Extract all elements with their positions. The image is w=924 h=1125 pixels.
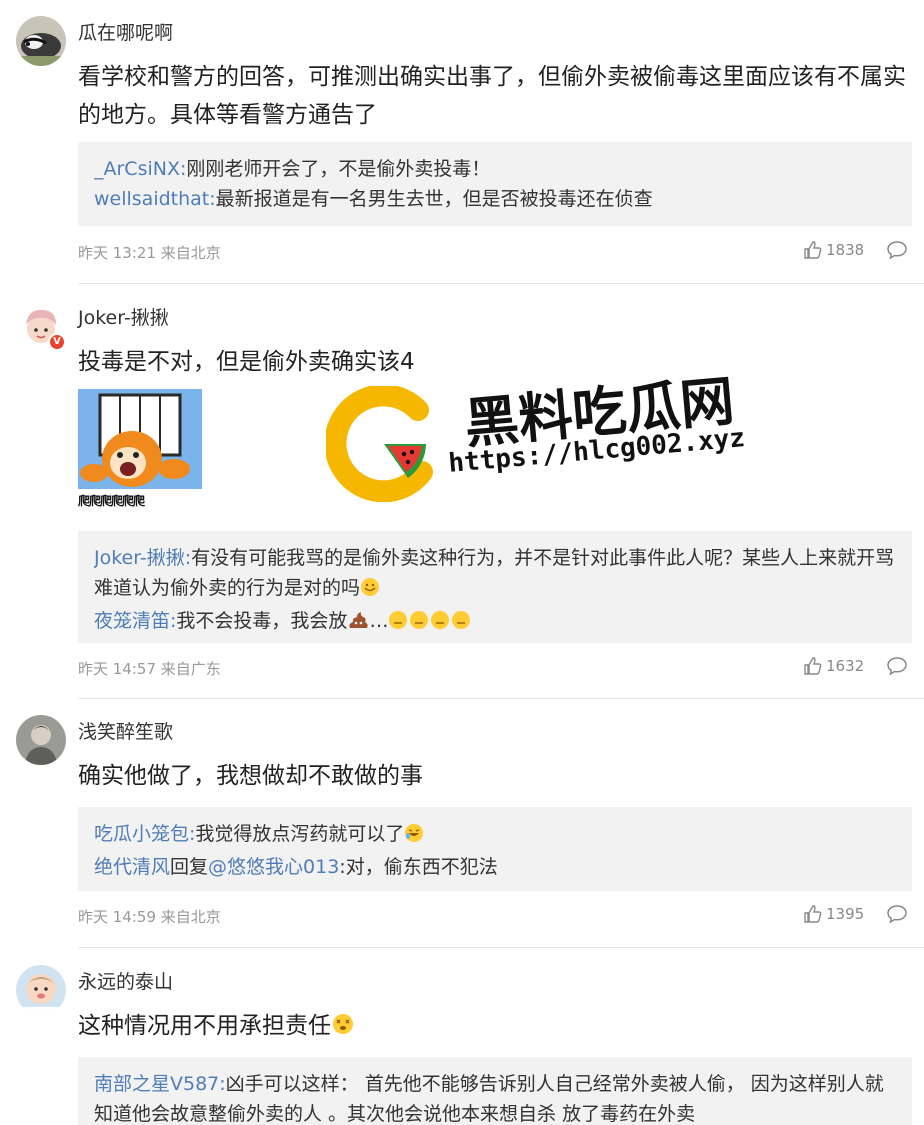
reply-preview[interactable]: 南部之星V587:凶手可以这样： 首先他不能够告诉别人自己经常外卖被人偷， 因为… <box>78 1057 912 1125</box>
like-button[interactable]: 1632 <box>802 656 864 676</box>
thumbs-up-icon <box>804 657 822 675</box>
reply-preview[interactable]: Joker-揪揪:有没有可能我骂的是偷外卖这种行为，并不是针对此事件此人呢？某些… <box>78 531 912 643</box>
divider <box>78 947 924 948</box>
gray-avatar-icon <box>16 715 66 765</box>
reply-username[interactable]: 绝代清风 <box>94 856 170 878</box>
reply-text: 最新报道是有一名男生去世，但是否被投毒还在侦查 <box>215 188 653 210</box>
comment-text: 看学校和警方的回答，可推测出确实出事了，但偷外卖被偷毒这里面应该有不属实的地方。… <box>78 64 906 128</box>
comment-bubble-icon <box>887 657 907 676</box>
comment-item: 瓜在哪呢啊 看学校和警方的回答，可推测出确实出事了，但偷外卖被偷毒这里面应该有不… <box>0 0 924 285</box>
reply-mention[interactable]: @悠悠我心013 <box>208 856 339 878</box>
poop-emoji-icon <box>347 609 369 639</box>
comment-timestamp: 昨天 13:21 来自北京 <box>78 244 221 262</box>
badger-avatar-icon <box>16 16 66 66</box>
reply-username[interactable]: Joker-揪揪 <box>94 547 185 569</box>
avatar[interactable] <box>16 965 66 1015</box>
reply-text: 对，偷东西不犯法 <box>345 856 498 878</box>
comment-timestamp: 昨天 14:57 来自广东 <box>78 660 221 678</box>
verified-badge: V <box>48 333 66 351</box>
comment-timestamp: 昨天 14:59 来自北京 <box>78 908 221 926</box>
reply-line: 夜笼清笛:我不会投毒，我会放… <box>94 606 898 639</box>
image-caption: 爬爬爬爬爬爬 <box>78 489 202 513</box>
comment-bubble-icon <box>887 905 907 924</box>
smile-emoji-icon <box>360 576 380 606</box>
reply-preview[interactable]: _ArCsiNX:刚刚老师开会了，不是偷外卖投毒！ wellsaidthat:最… <box>78 142 912 226</box>
thumbs-up-icon <box>804 241 822 259</box>
reply-line: 南部之星V587:凶手可以这样： 首先他不能够告诉别人自己经常外卖被人偷， 因为… <box>94 1073 884 1125</box>
username[interactable]: 瓜在哪呢啊 <box>78 18 173 45</box>
avatar[interactable] <box>16 16 66 66</box>
username[interactable]: 浅笑醉笙歌 <box>78 717 173 744</box>
comment-item: 永远的泰山 这种情况用不用承担责任 南部之星V587:凶手可以这样： 首先他不能… <box>0 949 924 1125</box>
laughing-emoji-icon <box>404 822 424 852</box>
like-button[interactable]: 1838 <box>802 240 864 260</box>
reply-username[interactable]: 南部之星V587 <box>94 1073 219 1095</box>
thumbs-up-icon <box>804 905 822 923</box>
like-count: 1838 <box>826 241 865 259</box>
avatar[interactable] <box>16 715 66 765</box>
comment-image[interactable]: 爬爬爬爬爬爬 <box>78 389 202 513</box>
baby-avatar-icon <box>16 965 66 1015</box>
reply-preview[interactable]: 吃瓜小笼包:我觉得放点泻药就可以了 绝代清风回复@悠悠我心013:对，偷东西不犯… <box>78 807 912 891</box>
username[interactable]: Joker-揪揪 <box>78 303 169 330</box>
like-count: 1632 <box>826 657 865 675</box>
reply-button[interactable] <box>886 904 908 928</box>
reply-line: _ArCsiNX:刚刚老师开会了，不是偷外卖投毒！ <box>94 158 491 180</box>
divider <box>78 283 924 284</box>
reply-text: 我觉得放点泻药就可以了 <box>195 823 405 845</box>
like-count: 1395 <box>826 905 865 923</box>
reply-text: 我不会投毒，我会放 <box>176 610 348 632</box>
reply-line: Joker-揪揪:有没有可能我骂的是偷外卖这种行为，并不是针对此事件此人呢？某些… <box>94 543 898 606</box>
thinking-emoji-icon <box>388 609 472 639</box>
like-button[interactable]: 1395 <box>802 904 864 924</box>
reply-username[interactable]: 夜笼清笛 <box>94 610 170 632</box>
comment-text: 这种情况用不用承担责任 <box>78 1007 910 1048</box>
reply-username[interactable]: wellsaidthat <box>94 188 209 210</box>
reply-line: 绝代清风回复@悠悠我心013:对，偷东西不犯法 <box>94 856 498 878</box>
comment-bubble-icon <box>887 241 907 260</box>
reply-username[interactable]: 吃瓜小笼包 <box>94 823 189 845</box>
username[interactable]: 永远的泰山 <box>78 967 173 994</box>
watermark: 黑料吃瓜网 https://hlcg002.xyz <box>326 360 786 510</box>
reply-text: 刚刚老师开会了，不是偷外卖投毒！ <box>186 158 491 180</box>
reply-username[interactable]: _ArCsiNX <box>94 158 180 180</box>
reply-line: wellsaidthat:最新报道是有一名男生去世，但是否被投毒还在侦查 <box>94 188 653 210</box>
comment-text: 确实他做了，我想做却不敢做的事 <box>78 763 423 789</box>
reply-line: 吃瓜小笼包:我觉得放点泻药就可以了 <box>94 819 898 852</box>
reply-text: 有没有可能我骂的是偷外卖这种行为，并不是针对此事件此人呢？某些人上来就开骂难道认… <box>94 547 895 599</box>
dizzy-emoji-icon <box>331 1010 355 1048</box>
reply-button[interactable] <box>886 656 908 680</box>
reply-button[interactable] <box>886 240 908 264</box>
comment-feed: 瓜在哪呢啊 看学校和警方的回答，可推测出确实出事了，但偷外卖被偷毒这里面应该有不… <box>0 0 924 1125</box>
watermelon-c-logo-icon <box>326 386 433 502</box>
comment-item: 浅笑醉笙歌 确实他做了，我想做却不敢做的事 吃瓜小笼包:我觉得放点泻药就可以了 … <box>0 699 924 949</box>
